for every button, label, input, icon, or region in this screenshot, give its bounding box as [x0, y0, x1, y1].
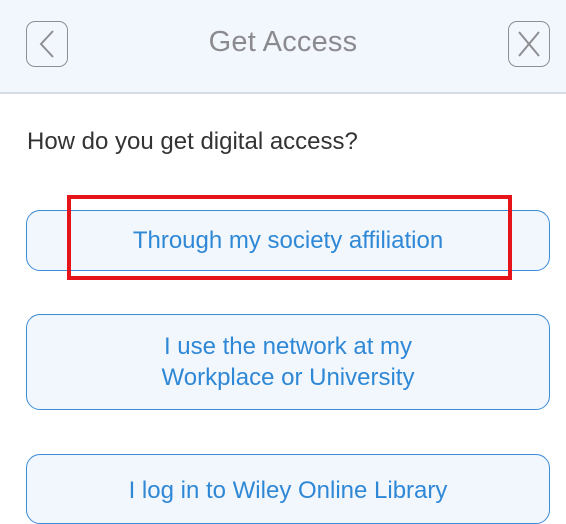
- workplace-network-label-line2: Workplace or University: [161, 364, 415, 391]
- wiley-login-label: I log in to Wiley Online Library: [128, 477, 448, 504]
- society-affiliation-label: Through my society affiliation: [132, 226, 444, 254]
- access-question: How do you get digital access?: [27, 128, 358, 155]
- navigation-bar: Get Access: [0, 0, 566, 94]
- page-title: Get Access: [208, 26, 358, 58]
- society-affiliation-button[interactable]: Through my society affiliation: [26, 210, 550, 271]
- workplace-network-label: I use the network at my Workplace or Uni…: [162, 331, 415, 393]
- workplace-network-label-line1: I use the network at my: [163, 332, 413, 360]
- close-icon: [518, 31, 540, 57]
- wiley-login-button[interactable]: I log in to Wiley Online Library: [26, 454, 550, 524]
- workplace-network-button[interactable]: I use the network at my Workplace or Uni…: [26, 314, 550, 410]
- close-button[interactable]: [508, 21, 550, 67]
